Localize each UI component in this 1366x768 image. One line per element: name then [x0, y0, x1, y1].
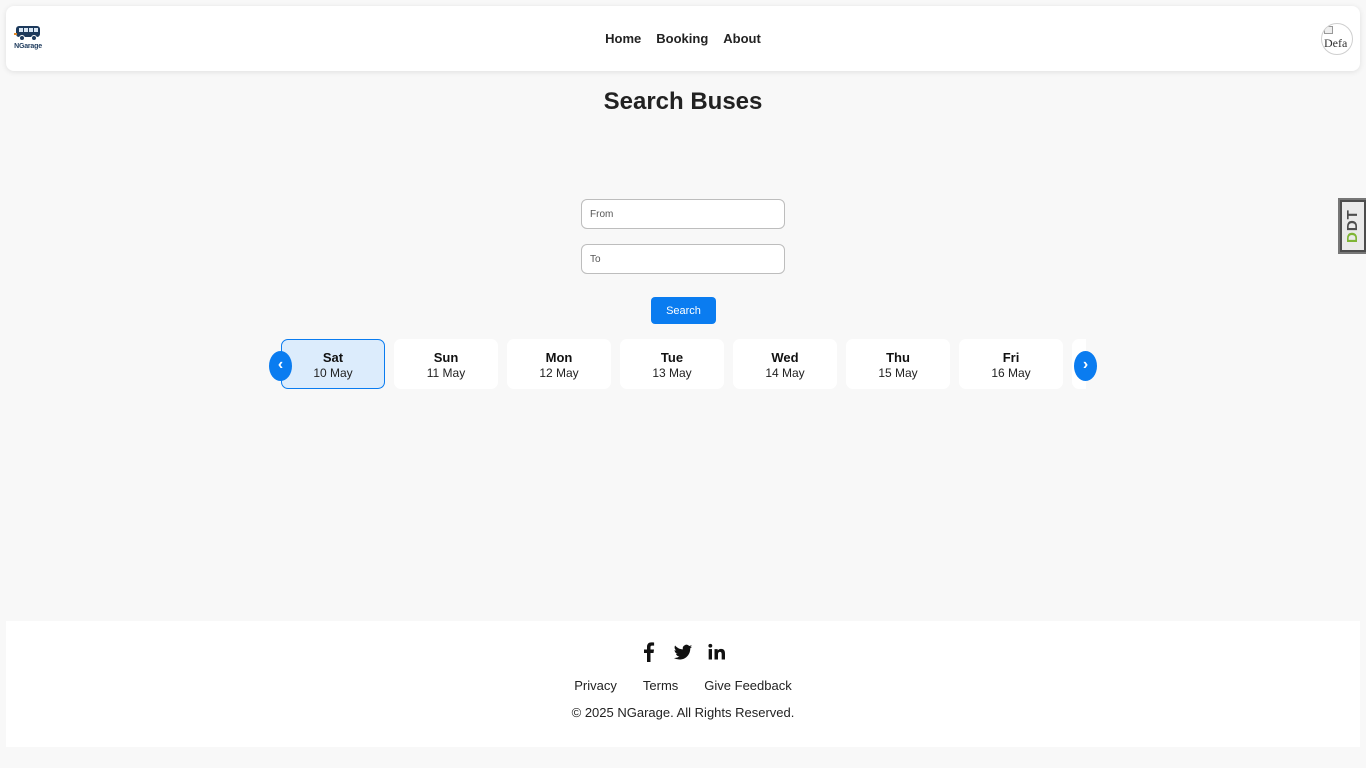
- page-title: Search Buses: [603, 88, 763, 115]
- date-value: 14 May: [765, 366, 805, 380]
- date-card-mon[interactable]: Mon 12 May: [507, 339, 611, 389]
- date-value: 15 May: [878, 366, 918, 380]
- date-day: Tue: [660, 350, 684, 365]
- terms-link[interactable]: Terms: [643, 678, 678, 693]
- brand-logo[interactable]: NGarage: [11, 24, 45, 54]
- feedback-link[interactable]: Give Feedback: [704, 678, 791, 693]
- date-day: Thu: [886, 350, 910, 365]
- bus-icon: [14, 26, 40, 41]
- date-value: 12 May: [539, 366, 579, 380]
- copyright-text: © 2025 NGarage. All Rights Reserved.: [571, 705, 795, 720]
- date-card-sun[interactable]: Sun 11 May: [394, 339, 498, 389]
- footer-links: Privacy Terms Give Feedback: [6, 678, 1360, 693]
- date-day: Fri: [1002, 350, 1020, 365]
- side-extension-badge[interactable]: DDT: [1338, 198, 1366, 254]
- avatar-alt-text: Defa: [1324, 36, 1348, 50]
- footer: Privacy Terms Give Feedback © 2025 NGara…: [6, 621, 1360, 747]
- date-day: Sun: [433, 350, 459, 365]
- nav-home-link[interactable]: Home: [605, 31, 641, 46]
- prev-dates-button[interactable]: ‹: [269, 351, 292, 381]
- main-nav: Home Booking About: [6, 6, 1360, 71]
- date-value: 10 May: [313, 366, 353, 380]
- social-links: [6, 641, 1360, 663]
- navbar: NGarage Home Booking About Defa: [6, 6, 1360, 71]
- date-card-thu[interactable]: Thu 15 May: [846, 339, 950, 389]
- chevron-left-icon: ‹: [277, 356, 284, 373]
- date-card-sat[interactable]: Sat 10 May: [281, 339, 385, 389]
- broken-image-icon: [1324, 26, 1333, 34]
- brand-name: NGarage: [14, 43, 42, 50]
- chevron-right-icon: ›: [1082, 356, 1089, 373]
- extension-label: DDT: [1342, 202, 1364, 250]
- to-input[interactable]: [581, 244, 785, 274]
- next-dates-button[interactable]: ›: [1074, 351, 1097, 381]
- facebook-icon[interactable]: [639, 641, 659, 663]
- date-day: Wed: [771, 350, 799, 365]
- date-card-tue[interactable]: Tue 13 May: [620, 339, 724, 389]
- date-day: Mon: [545, 350, 573, 365]
- user-avatar[interactable]: Defa: [1321, 23, 1353, 55]
- date-card-fri[interactable]: Fri 16 May: [959, 339, 1063, 389]
- date-value: 11 May: [426, 366, 466, 380]
- from-input[interactable]: [581, 199, 785, 229]
- linkedin-icon[interactable]: [707, 641, 727, 663]
- date-selector: ‹ Sat 10 May Sun 11 May Mon 12 May Tue 1…: [269, 339, 1097, 389]
- date-day: Sat: [322, 350, 344, 365]
- twitter-icon[interactable]: [673, 641, 693, 663]
- privacy-link[interactable]: Privacy: [574, 678, 617, 693]
- date-card-wed[interactable]: Wed 14 May: [733, 339, 837, 389]
- search-button[interactable]: Search: [651, 297, 716, 324]
- nav-about-link[interactable]: About: [723, 31, 761, 46]
- date-value: 16 May: [991, 366, 1031, 380]
- nav-booking-link[interactable]: Booking: [656, 31, 708, 46]
- date-value: 13 May: [652, 366, 692, 380]
